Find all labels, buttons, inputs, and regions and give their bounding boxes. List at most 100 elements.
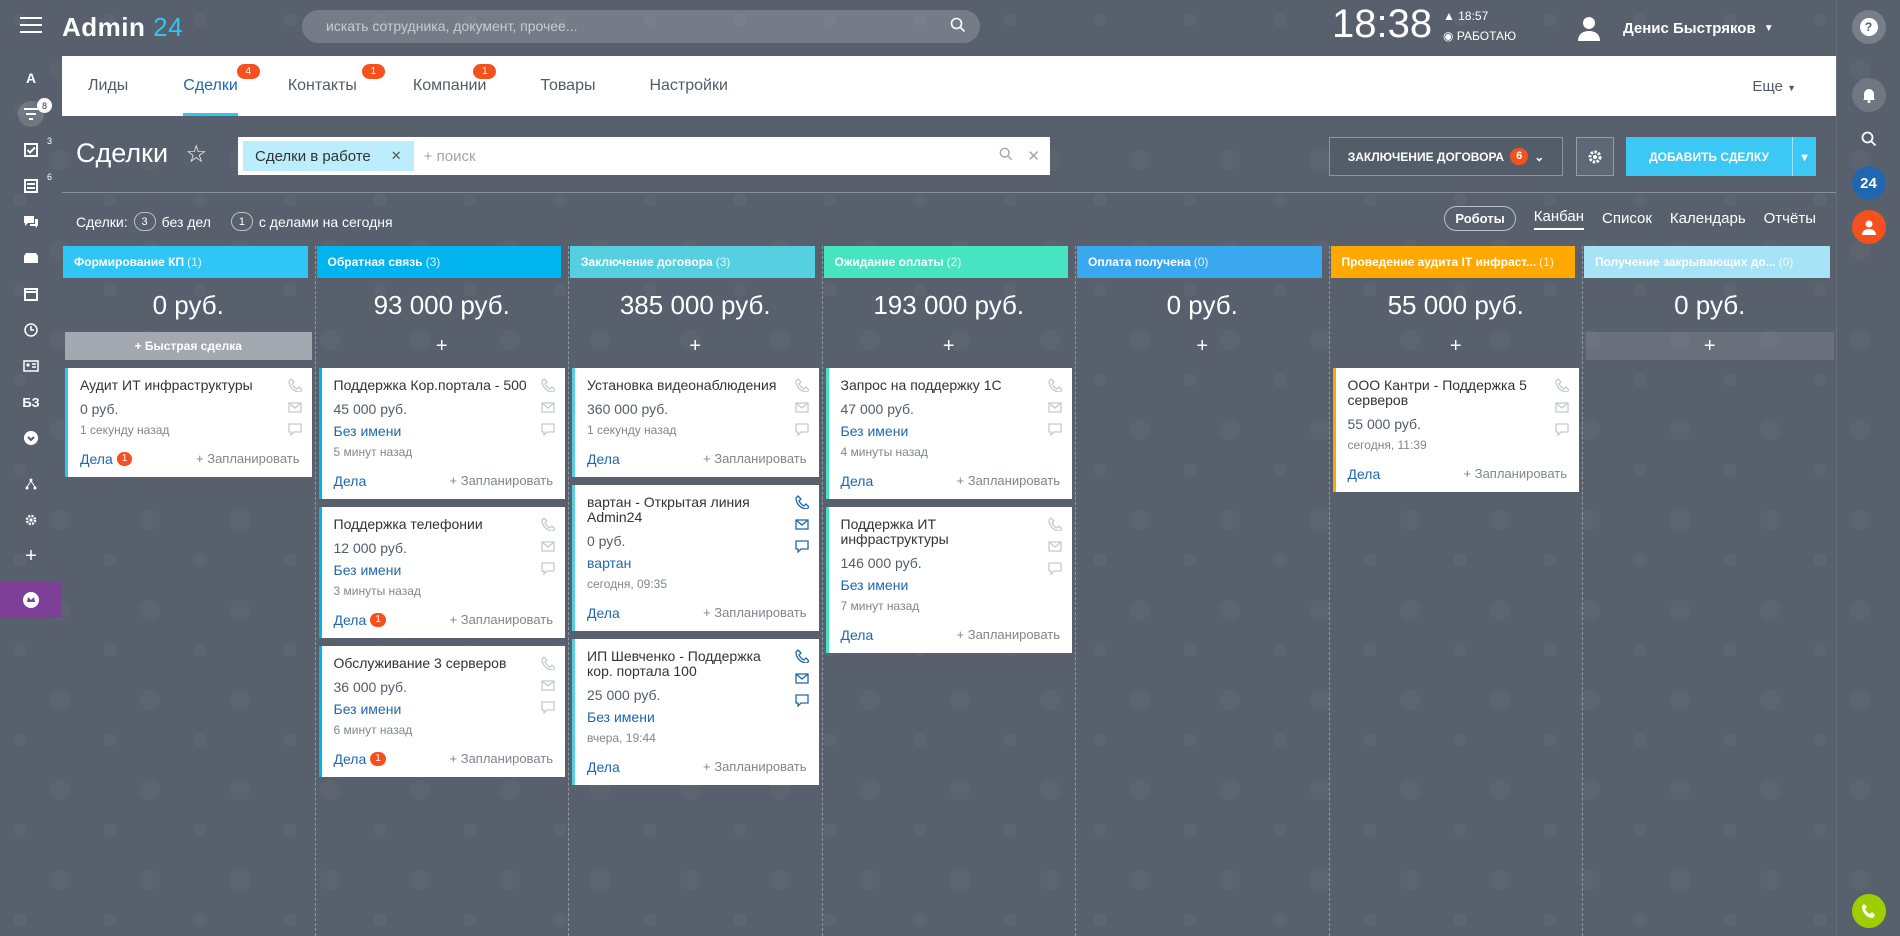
add-card-button[interactable]: + xyxy=(1077,332,1328,360)
phone-icon[interactable] xyxy=(794,378,810,393)
crown-icon[interactable] xyxy=(0,582,62,618)
chat-bubble-icon[interactable] xyxy=(1048,561,1062,576)
phone-icon[interactable] xyxy=(1048,517,1063,532)
chat-bubble-icon[interactable] xyxy=(541,422,555,437)
card-title[interactable]: Запрос на поддержку 1С xyxy=(841,378,1037,393)
chat-bubble-icon[interactable] xyxy=(794,422,809,437)
global-search-input[interactable]: искать сотрудника, документ, прочее... xyxy=(302,10,980,43)
add-card-button[interactable]: + xyxy=(824,332,1075,360)
chat-icon[interactable] xyxy=(0,204,62,240)
filter-icon[interactable]: 8 xyxy=(0,96,62,132)
calendar-icon[interactable] xyxy=(0,276,62,312)
phone-icon[interactable] xyxy=(541,656,556,671)
chat-bubble-icon[interactable] xyxy=(794,693,809,708)
deal-card[interactable]: Обслуживание 3 серверов 36 000 руб. Без им… xyxy=(318,646,565,777)
add-deal-dropdown-icon[interactable]: ▾ xyxy=(1792,137,1816,176)
column-header[interactable]: Обратная связь (3) xyxy=(316,246,561,278)
counter-badge[interactable]: 3 xyxy=(133,212,156,231)
counter-text[interactable]: с делами на сегодня xyxy=(259,214,393,230)
clock-icon[interactable] xyxy=(0,312,62,348)
schedule-link[interactable]: + Запланировать xyxy=(703,605,806,621)
column-header[interactable]: Заключение договора (3) xyxy=(570,246,815,278)
card-contact[interactable]: вартан xyxy=(587,555,783,571)
mail-icon[interactable] xyxy=(1048,539,1062,553)
card-activities-link[interactable]: Дела xyxy=(841,627,874,643)
deal-card[interactable]: Аудит ИТ инфраструктуры 0 руб. 1 секунду н… xyxy=(65,368,312,477)
star-icon[interactable]: ☆ xyxy=(186,140,208,169)
card-title[interactable]: Поддержка Кор.портала - 500 xyxy=(334,378,530,393)
card-title[interactable]: Аудит ИТ инфраструктуры xyxy=(80,378,276,393)
phone-icon[interactable] xyxy=(794,649,810,664)
phone-icon[interactable] xyxy=(1851,894,1886,928)
clock[interactable]: 18:38 xyxy=(1332,2,1432,47)
column-header[interactable]: Оплата получена (0) xyxy=(1077,246,1322,278)
card-activities-link[interactable]: Дела xyxy=(334,473,367,489)
schedule-link[interactable]: + Запланировать xyxy=(450,612,553,628)
card-title[interactable]: ИП Шевченко - Поддержка кор. портала 100 xyxy=(587,649,783,679)
chat-bubble-icon[interactable] xyxy=(541,700,555,715)
user-menu[interactable]: Денис Быстряков ▼ xyxy=(1575,14,1774,42)
phone-icon[interactable] xyxy=(1048,378,1063,393)
card-contact[interactable]: Без имени xyxy=(334,562,530,578)
mail-icon[interactable] xyxy=(541,678,555,692)
tab-products[interactable]: Товары xyxy=(540,56,595,116)
chat-bubble-icon[interactable] xyxy=(1555,422,1569,437)
card-activities-link[interactable]: Дела xyxy=(841,473,874,489)
user-avatar-right-icon[interactable] xyxy=(1851,210,1886,244)
tab-leads[interactable]: Лиды xyxy=(88,56,128,116)
schedule-link[interactable]: + Запланировать xyxy=(703,759,806,775)
card-title[interactable]: вартан - Открытая линия Admin24 xyxy=(587,495,783,525)
filter-input[interactable]: + поиск xyxy=(424,148,476,165)
chip-close-icon[interactable]: ✕ xyxy=(391,148,402,164)
phone-icon[interactable] xyxy=(794,495,810,510)
counter-text[interactable]: без дел xyxy=(162,214,211,230)
schedule-link[interactable]: + Запланировать xyxy=(957,473,1060,489)
card-activities-link[interactable]: Дела 1 xyxy=(334,612,386,628)
card-title[interactable]: Обслуживание 3 серверов xyxy=(334,656,530,671)
card-contact[interactable]: Без имени xyxy=(841,423,1037,439)
card-contact[interactable]: Без имени xyxy=(334,423,530,439)
contacts-icon[interactable] xyxy=(0,348,62,384)
chat-bubble-icon[interactable] xyxy=(541,561,555,576)
add-card-button[interactable]: + xyxy=(317,332,568,360)
stage-select-button[interactable]: ЗАКЛЮЧЕНИЕ ДОГОВОРА 6 ⌄ xyxy=(1329,137,1563,176)
chat-bubble-icon[interactable] xyxy=(1048,422,1062,437)
column-header[interactable]: Ожидание оплаты (2) xyxy=(823,246,1068,278)
card-activities-link[interactable]: Дела xyxy=(1348,466,1381,482)
phone-icon[interactable] xyxy=(541,517,556,532)
card-activities-link[interactable]: Дела 1 xyxy=(80,451,133,467)
tab-settings[interactable]: Настройки xyxy=(649,56,727,116)
plus-icon[interactable]: + xyxy=(0,538,62,574)
tab-more[interactable]: Еще ▼ xyxy=(1752,78,1796,95)
robots-button[interactable]: Роботы xyxy=(1444,206,1516,231)
column-header[interactable]: Получение закрывающих до... (0) xyxy=(1584,246,1830,278)
help-icon[interactable]: ? xyxy=(1851,10,1886,44)
mail-icon[interactable] xyxy=(794,671,809,685)
schedule-link[interactable]: + Запланировать xyxy=(1464,466,1567,482)
quick-deal-button[interactable]: + Быстрая сделка xyxy=(65,332,312,360)
deal-card[interactable]: Установка видеонаблюдения 360 000 руб. 1 с… xyxy=(572,368,819,477)
tasks-icon[interactable]: 3 xyxy=(0,132,62,168)
chat-bubble-icon[interactable] xyxy=(794,539,809,554)
filter-clear-icon[interactable]: ✕ xyxy=(1027,147,1040,165)
logo[interactable]: Admin 24 xyxy=(62,12,183,43)
view-kanban[interactable]: Канбан xyxy=(1533,208,1584,230)
notifications-icon[interactable] xyxy=(1851,78,1886,112)
card-activities-link[interactable]: Дела 1 xyxy=(334,751,386,767)
card-activities-link[interactable]: Дела xyxy=(587,451,620,467)
tab-companies[interactable]: Компании 1 xyxy=(413,56,497,116)
tab-contacts[interactable]: Контакты 1 xyxy=(288,56,385,116)
view-list[interactable]: Список xyxy=(1602,210,1652,227)
mail-icon[interactable] xyxy=(1048,400,1062,414)
counter-badge[interactable]: 1 xyxy=(230,212,253,231)
deal-card[interactable]: ИП Шевченко - Поддержка кор. портала 100… xyxy=(572,639,819,785)
filter-search-icon[interactable] xyxy=(999,147,1013,165)
settings-icon[interactable] xyxy=(0,502,62,538)
more-icon[interactable] xyxy=(0,420,62,456)
add-card-button[interactable]: + xyxy=(570,332,821,360)
deal-card[interactable]: вартан - Открытая линия Admin24 0 руб. вар… xyxy=(572,485,819,631)
schedule-link[interactable]: + Запланировать xyxy=(196,451,299,467)
add-card-button[interactable]: + xyxy=(1586,332,1834,360)
kanban-settings-button[interactable] xyxy=(1576,137,1614,176)
b24-icon[interactable]: 24 xyxy=(1851,166,1886,200)
